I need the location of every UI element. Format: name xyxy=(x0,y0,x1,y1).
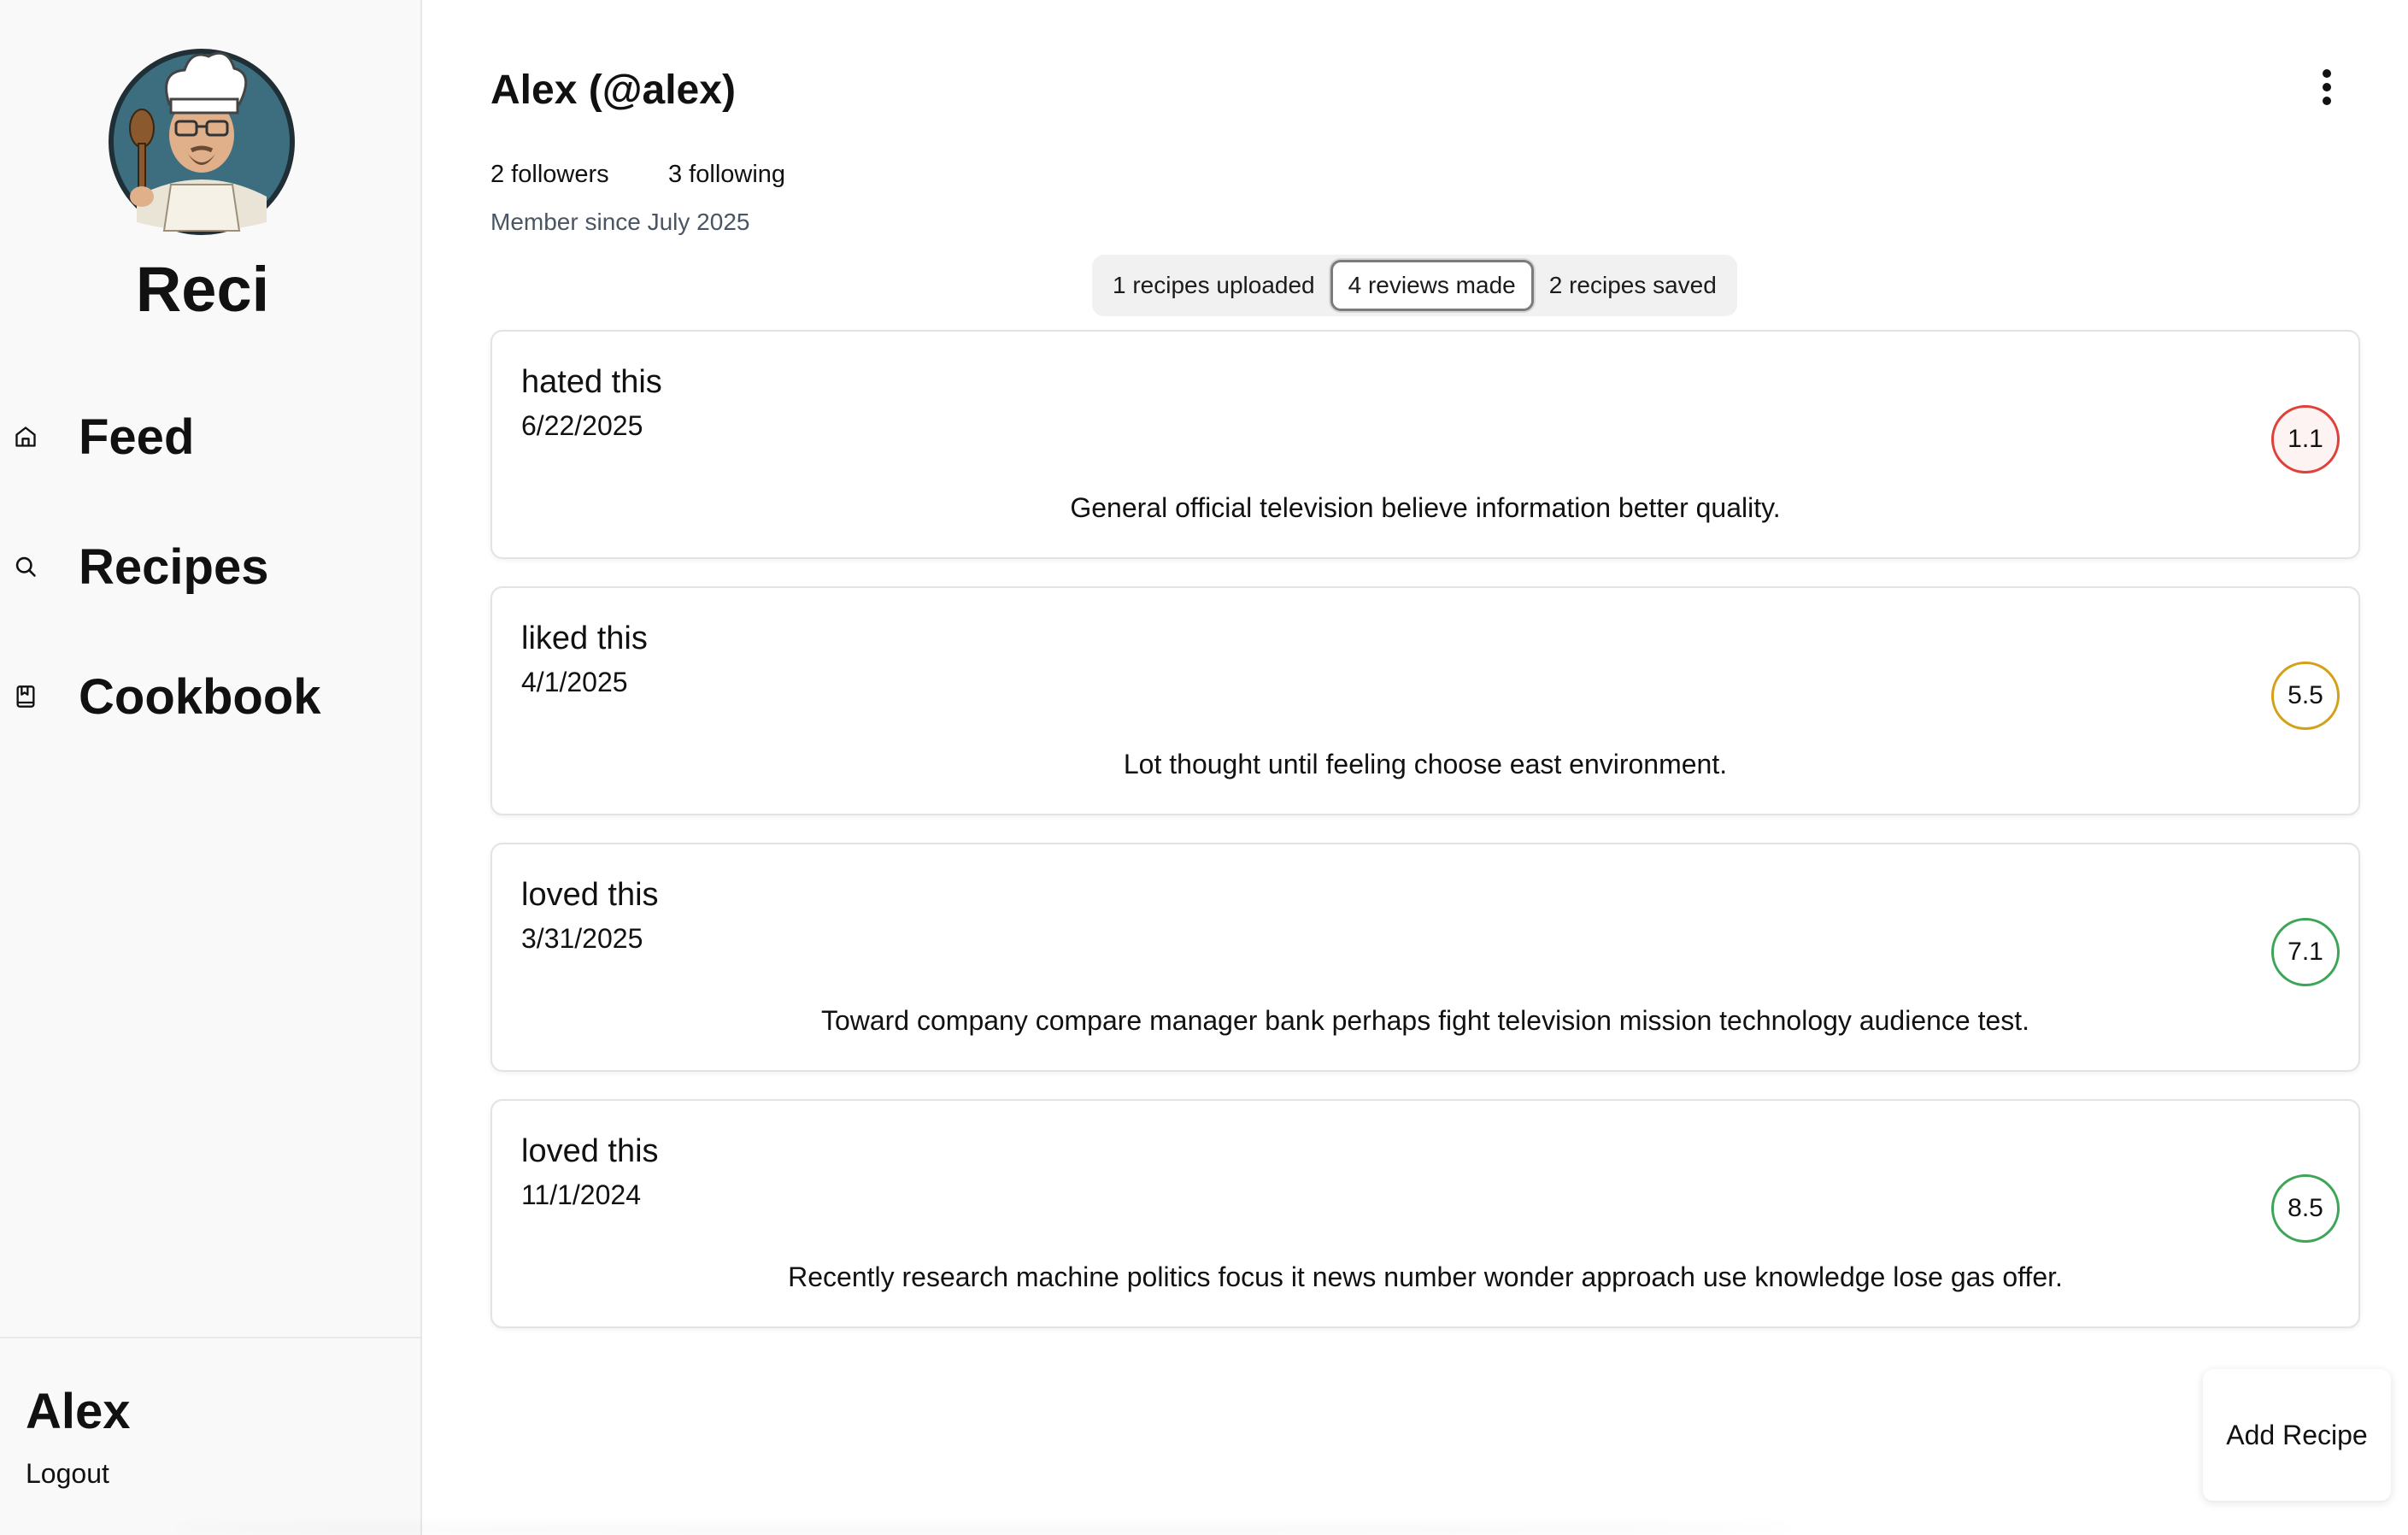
search-icon xyxy=(12,553,39,580)
rating-badge: 5.5 xyxy=(2271,662,2340,730)
tab-reviews-made[interactable]: 4 reviews made xyxy=(1330,260,1534,311)
tab-recipes-saved[interactable]: 2 recipes saved xyxy=(1534,260,1732,311)
more-options-button[interactable] xyxy=(2305,65,2348,113)
brand-title: Reci xyxy=(135,254,270,325)
nav-item-label: Feed xyxy=(79,409,195,465)
review-date: 6/22/2025 xyxy=(521,410,643,441)
review-card[interactable]: liked this 4/1/2025 Lot thought until fe… xyxy=(490,586,2360,815)
review-date: 4/1/2025 xyxy=(521,667,628,697)
sidebar-footer: Alex Logout xyxy=(0,1337,420,1535)
profile-main: Alex (@alex) 2 followers 3 following Mem… xyxy=(424,0,2408,1535)
rating-badge: 1.1 xyxy=(2271,405,2340,473)
nav-item-recipes[interactable]: Recipes xyxy=(0,520,402,614)
review-verdict: liked this xyxy=(521,620,648,656)
bottom-shadow xyxy=(171,1521,1794,1535)
home-icon xyxy=(12,423,39,450)
review-date: 11/1/2024 xyxy=(521,1179,641,1210)
nav-item-cookbook[interactable]: Cookbook xyxy=(0,650,402,744)
nav-item-label: Cookbook xyxy=(79,668,321,725)
review-text: Lot thought until feeling choose east en… xyxy=(1123,749,1728,779)
nav-item-label: Recipes xyxy=(79,538,269,595)
review-verdict: loved this xyxy=(521,1133,659,1169)
review-date: 3/31/2025 xyxy=(521,923,643,954)
review-text: General official television believe info… xyxy=(1070,492,1781,523)
tab-recipes-uploaded[interactable]: 1 recipes uploaded xyxy=(1097,260,1330,311)
sidebar: Reci Feed Recipes Cookbook Alex Logout xyxy=(0,0,422,1535)
bookmark-book-icon xyxy=(12,683,39,710)
review-card[interactable]: hated this 6/22/2025 General official te… xyxy=(490,330,2360,559)
profile-name: Alex (@alex) xyxy=(490,68,736,113)
kebab-menu-icon xyxy=(2322,68,2332,110)
member-since: Member since July 2025 xyxy=(490,209,750,235)
add-recipe-button[interactable]: Add Recipe xyxy=(2203,1369,2391,1501)
review-text: Toward company compare manager bank perh… xyxy=(820,1005,2030,1036)
rating-badge: 8.5 xyxy=(2271,1174,2340,1243)
rating-badge: 7.1 xyxy=(2271,918,2340,986)
review-verdict: hated this xyxy=(521,364,662,400)
following-count[interactable]: 3 following xyxy=(668,161,785,189)
profile-tabs: 1 recipes uploaded 4 reviews made 2 reci… xyxy=(1092,255,1737,316)
logout-link[interactable]: Logout xyxy=(26,1458,109,1490)
current-user-name: Alex xyxy=(26,1384,131,1439)
chef-avatar-logo xyxy=(103,26,301,236)
review-text: Recently research machine politics focus… xyxy=(788,1262,2063,1292)
review-card[interactable]: loved this 3/31/2025 Toward company comp… xyxy=(490,843,2360,1072)
followers-count[interactable]: 2 followers xyxy=(490,161,609,189)
review-verdict: loved this xyxy=(521,877,659,913)
review-card[interactable]: loved this 11/1/2024 Recently research m… xyxy=(490,1099,2360,1328)
nav-item-feed[interactable]: Feed xyxy=(0,390,402,484)
